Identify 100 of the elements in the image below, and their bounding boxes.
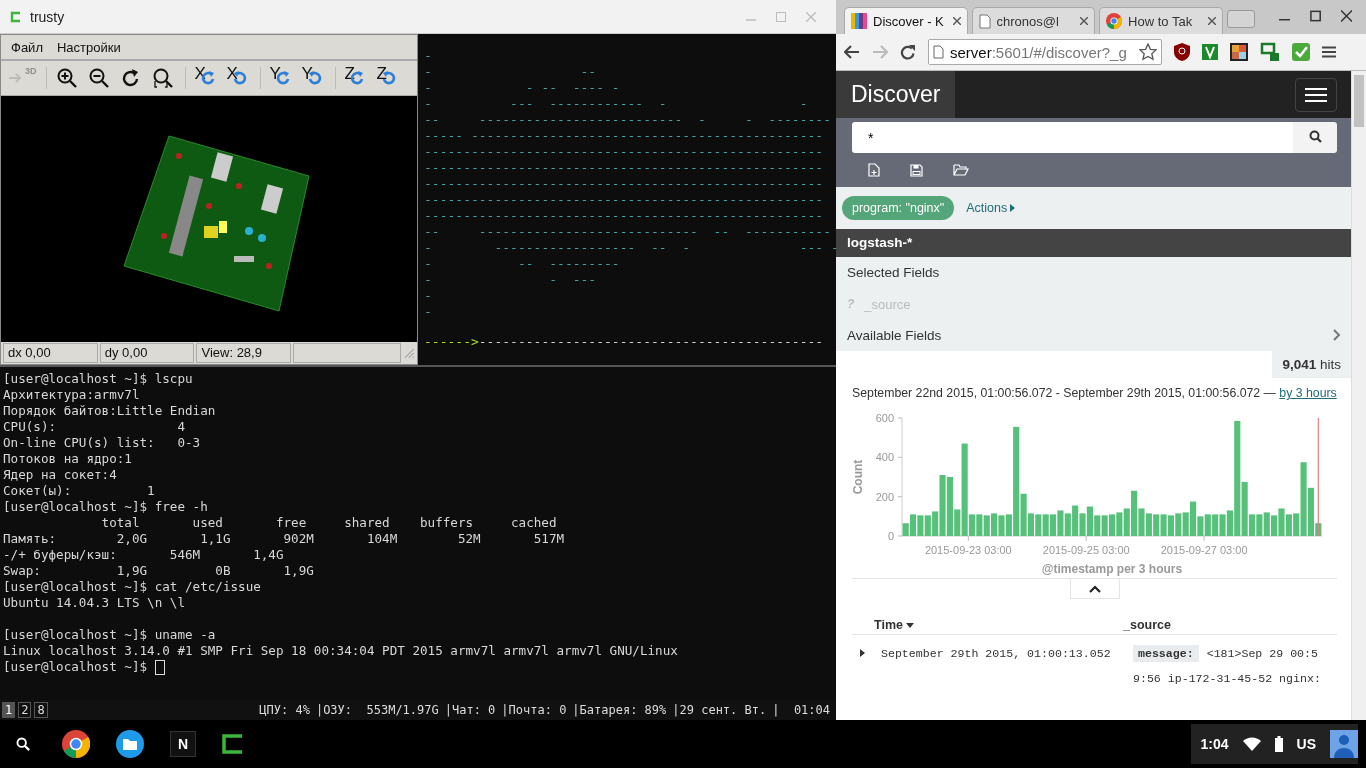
- histogram-bar[interactable]: [1315, 523, 1322, 536]
- star-icon[interactable]: [1139, 43, 1157, 61]
- histogram-bar[interactable]: [1013, 426, 1020, 536]
- histogram-bar[interactable]: [909, 514, 917, 536]
- query-field[interactable]: *: [852, 122, 1293, 153]
- histogram-bar[interactable]: [1248, 514, 1256, 536]
- histogram-bar[interactable]: [1094, 515, 1101, 536]
- histogram-bar[interactable]: [976, 514, 983, 536]
- tmux-window-tab[interactable]: 8: [34, 702, 48, 718]
- histogram-bar[interactable]: [932, 511, 939, 536]
- rotate-button[interactable]: Y: [267, 63, 296, 93]
- menu-icon[interactable]: [1322, 46, 1336, 58]
- histogram-bar[interactable]: [1307, 487, 1315, 536]
- histogram-bar[interactable]: [902, 523, 909, 536]
- histogram-bar[interactable]: [1072, 505, 1079, 536]
- menu-item[interactable]: Настройки: [56, 39, 121, 55]
- actions-link[interactable]: Actions: [966, 201, 1016, 215]
- histogram-bar[interactable]: [954, 509, 961, 536]
- close-icon[interactable]: [1340, 10, 1352, 22]
- scrollbar-thumb[interactable]: [1354, 75, 1364, 127]
- keyboard-layout[interactable]: US: [1296, 736, 1316, 752]
- menu-item[interactable]: Файл: [11, 39, 43, 55]
- histogram-bar[interactable]: [1256, 514, 1263, 536]
- histogram-bar[interactable]: [1153, 514, 1160, 536]
- rotate-button[interactable]: X: [224, 63, 253, 93]
- new-document-icon[interactable]: [868, 163, 880, 177]
- histogram-bar[interactable]: [1212, 514, 1219, 536]
- histogram-bar[interactable]: [1064, 513, 1071, 536]
- histogram-bar[interactable]: [1271, 515, 1278, 536]
- histogram-bar[interactable]: [983, 515, 990, 536]
- tmux-window-tab[interactable]: 1: [2, 702, 16, 718]
- back-icon[interactable]: [844, 45, 860, 59]
- save-icon[interactable]: [910, 163, 923, 177]
- histogram-bar[interactable]: [1042, 514, 1049, 536]
- histogram-bar[interactable]: [1101, 515, 1108, 536]
- rotate-button[interactable]: Z: [374, 63, 403, 93]
- histogram-bar[interactable]: [1108, 514, 1116, 536]
- histogram-bar[interactable]: [1182, 512, 1189, 536]
- histogram-bar[interactable]: [1300, 462, 1307, 536]
- histogram-bar[interactable]: [1285, 514, 1292, 536]
- histogram-bar[interactable]: [991, 513, 998, 536]
- histogram-bar[interactable]: [1027, 513, 1035, 536]
- histogram-bar[interactable]: [1263, 512, 1270, 536]
- histogram-bar[interactable]: [1123, 508, 1130, 536]
- battery-icon[interactable]: [1274, 736, 1283, 752]
- histogram-bar[interactable]: [1116, 512, 1123, 536]
- reload-icon[interactable]: [900, 44, 916, 60]
- collapse-button[interactable]: [1069, 579, 1120, 599]
- column-header[interactable]: Time: [852, 618, 1121, 632]
- histogram-bar[interactable]: [939, 475, 946, 536]
- histogram-bar[interactable]: [1197, 516, 1204, 536]
- wifi-icon[interactable]: [1242, 737, 1261, 751]
- histogram-bar[interactable]: [1035, 514, 1042, 536]
- windows-icon[interactable]: [1260, 42, 1280, 62]
- index-pattern-bar[interactable]: logstash-*: [836, 229, 1351, 257]
- histogram-bar[interactable]: [1293, 513, 1300, 536]
- maximize-icon[interactable]: [1309, 10, 1321, 22]
- avatar-icon[interactable]: [1330, 730, 1358, 758]
- histogram-bar[interactable]: [1049, 514, 1057, 536]
- close-icon[interactable]: [1207, 17, 1216, 25]
- histogram-bar[interactable]: [1057, 510, 1064, 536]
- histogram-bar[interactable]: [917, 515, 924, 536]
- histogram-bar[interactable]: [968, 514, 976, 536]
- histogram-bar[interactable]: [1219, 514, 1226, 536]
- histogram-bar[interactable]: [1226, 510, 1233, 536]
- expand-icon[interactable]: [860, 649, 865, 657]
- browser-tab[interactable]: How to Tak: [1099, 7, 1223, 34]
- search-button[interactable]: [1293, 122, 1337, 153]
- histogram-bar[interactable]: [1204, 514, 1211, 536]
- notes-app-icon[interactable]: N: [170, 731, 196, 757]
- histogram-bar[interactable]: [1167, 515, 1175, 536]
- histogram-bar[interactable]: [1020, 493, 1027, 536]
- histogram-bar[interactable]: [924, 515, 931, 536]
- close-icon[interactable]: [952, 17, 961, 25]
- terminal-app-icon[interactable]: [222, 734, 244, 754]
- new-tab-button[interactable]: [1226, 10, 1255, 28]
- rotate-button[interactable]: Y: [299, 63, 328, 93]
- checkmark-icon[interactable]: [1292, 43, 1310, 61]
- chevron-right-icon[interactable]: [1333, 329, 1341, 341]
- histogram-bar[interactable]: [946, 477, 953, 536]
- histogram-bar[interactable]: [1005, 514, 1012, 536]
- histogram-bar[interactable]: [1234, 420, 1241, 536]
- histogram-bar[interactable]: [1145, 513, 1152, 536]
- shield-icon[interactable]: [1174, 43, 1190, 61]
- histogram-bar[interactable]: [1189, 501, 1197, 536]
- histogram-bar[interactable]: [1079, 513, 1086, 536]
- histogram-bar[interactable]: [1175, 513, 1182, 536]
- extension-icon[interactable]: [1230, 43, 1248, 61]
- histogram-bar[interactable]: [1160, 514, 1167, 536]
- browser-tab[interactable]: Discover - K: [844, 7, 968, 34]
- menu-button[interactable]: [1295, 77, 1337, 112]
- histogram-bar[interactable]: [961, 443, 968, 536]
- histogram-bar[interactable]: [1138, 508, 1145, 536]
- browser-tab[interactable]: chronos@l: [971, 7, 1096, 34]
- resize-grip-icon[interactable]: [403, 347, 415, 359]
- histogram-bar[interactable]: [1131, 490, 1138, 536]
- extension-icon[interactable]: [1202, 44, 1218, 60]
- histogram-bar[interactable]: [1278, 508, 1285, 536]
- chrome-icon[interactable]: [62, 730, 90, 758]
- close-icon[interactable]: [1080, 17, 1089, 25]
